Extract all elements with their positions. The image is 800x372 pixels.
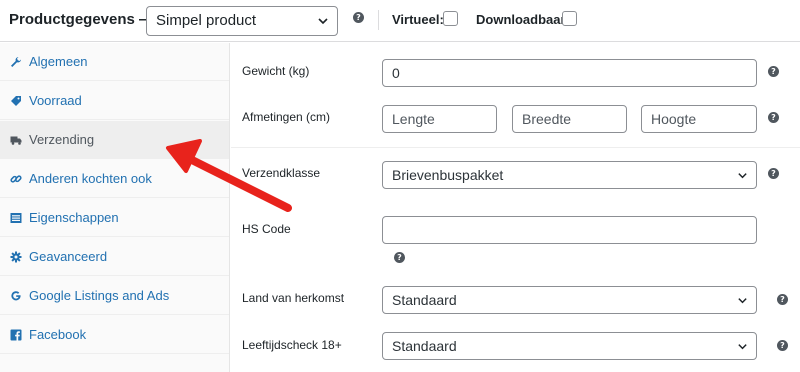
tab-label: Anderen kochten ook (29, 171, 152, 186)
tab-label: Verzending (29, 132, 95, 147)
tab-facebook[interactable]: Facebook (0, 316, 229, 354)
downloadable-checkbox[interactable] (562, 11, 577, 26)
virtual-label: Virtueel: (392, 12, 444, 27)
help-icon[interactable]: ? (768, 66, 779, 77)
section-divider (231, 147, 800, 148)
tab-label: Facebook (29, 327, 87, 342)
origin-label: Land van herkomst (242, 291, 345, 305)
weight-label: Gewicht (kg) (242, 64, 310, 78)
help-icon[interactable]: ? (768, 168, 779, 179)
help-icon[interactable]: ? (777, 340, 788, 351)
shipping-panel (231, 43, 800, 372)
help-icon[interactable]: ? (768, 112, 779, 123)
origin-select[interactable]: Standaard (382, 286, 757, 314)
tag-icon (11, 96, 21, 106)
width-input[interactable]: Breedte (512, 105, 627, 133)
help-icon[interactable]: ? (777, 294, 788, 305)
downloadable-label: Downloadbaar: (476, 12, 570, 27)
height-input[interactable]: Hoogte (641, 105, 757, 133)
age-check-select[interactable]: Standaard (382, 332, 757, 360)
tab-inventory[interactable]: Voorraad (0, 82, 229, 120)
virtual-checkbox[interactable] (443, 11, 458, 26)
dimensions-label: Afmetingen (cm) (242, 110, 331, 124)
product-data-header: Productgegevens — Simpel product ? Virtu… (0, 0, 800, 42)
google-icon (11, 291, 21, 301)
product-type-select[interactable]: Simpel product (146, 6, 338, 36)
chevron-down-icon (318, 18, 328, 25)
tab-label: Google Listings and Ads (29, 288, 170, 303)
help-icon[interactable]: ? (353, 12, 364, 23)
gear-icon (10, 251, 22, 263)
origin-value: Standaard (392, 292, 457, 308)
help-icon[interactable]: ? (394, 252, 405, 263)
header-divider (378, 10, 379, 30)
tab-label: Eigenschappen (29, 210, 119, 225)
tab-label: Voorraad (29, 93, 82, 108)
link-icon (10, 175, 22, 183)
tab-label: Algemeen (29, 54, 88, 69)
product-data-title: Productgegevens — (9, 11, 155, 28)
annotation-arrow-icon (166, 139, 292, 212)
list-icon (10, 213, 22, 223)
age-check-value: Standaard (392, 338, 457, 354)
hs-code-label: HS Code (242, 222, 291, 236)
truck-icon (10, 136, 22, 145)
chevron-down-icon (738, 298, 747, 304)
tab-general[interactable]: Algemeen (0, 43, 229, 81)
shipping-class-value: Brievenbuspakket (392, 167, 504, 183)
age-check-label: Leeftijdscheck 18+ (242, 338, 342, 352)
wrench-icon (11, 57, 21, 67)
tab-advanced[interactable]: Geavanceerd (0, 238, 229, 276)
chevron-down-icon (738, 344, 747, 350)
hs-code-input[interactable] (382, 216, 757, 244)
shipping-class-select[interactable]: Brievenbuspakket (382, 161, 757, 189)
product-type-value: Simpel product (156, 12, 257, 29)
facebook-icon (10, 329, 22, 341)
length-input[interactable]: Lengte (382, 105, 497, 133)
tab-label: Geavanceerd (29, 249, 108, 264)
chevron-down-icon (738, 173, 747, 179)
weight-input[interactable]: 0 (382, 59, 757, 87)
tab-google-listings[interactable]: Google Listings and Ads (0, 277, 229, 315)
